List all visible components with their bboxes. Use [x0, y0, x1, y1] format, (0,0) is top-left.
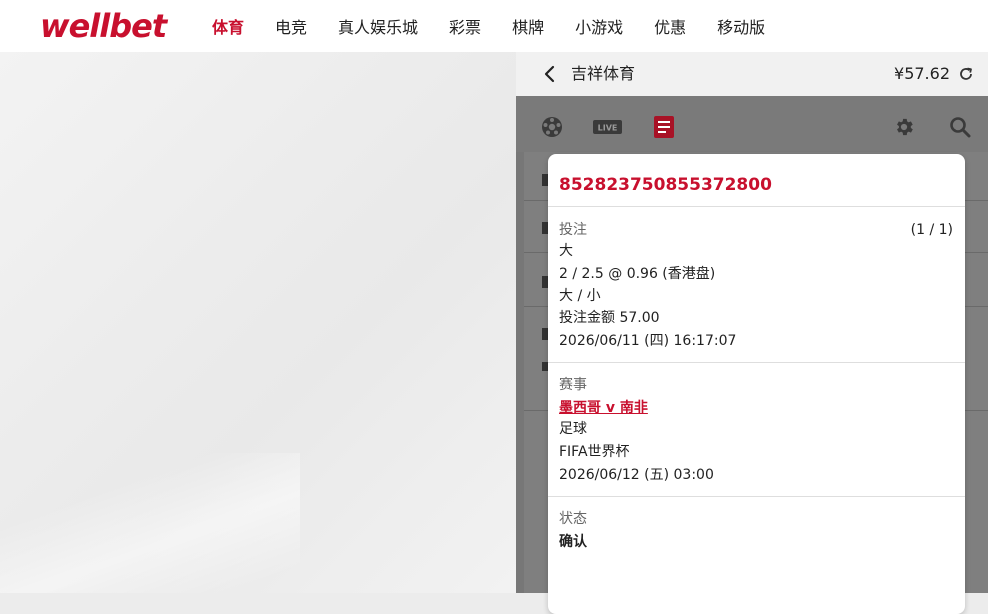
- live-icon[interactable]: LIVE: [593, 120, 622, 134]
- nav-item-sports[interactable]: 体育: [212, 14, 244, 38]
- nav-item-mobile[interactable]: 移动版: [717, 14, 765, 38]
- bet-slip-icon[interactable]: [654, 116, 674, 138]
- nav-item-live-casino[interactable]: 真人娱乐城: [338, 14, 418, 38]
- nav-item-esports[interactable]: 电竞: [275, 14, 307, 38]
- nav-item-lottery[interactable]: 彩票: [449, 14, 481, 38]
- sportsbook-toolbar: LIVE: [516, 96, 988, 152]
- live-icon-label: LIVE: [598, 124, 618, 133]
- nav-item-chess-cards[interactable]: 棋牌: [512, 14, 544, 38]
- divider: [548, 496, 965, 497]
- account-balance: ¥57.62: [894, 64, 950, 83]
- divider: [548, 362, 965, 363]
- settings-gear-icon[interactable]: [893, 116, 915, 138]
- bet-detail-card: 852823750855372800 投注 (1 / 1) 大 2 / 2.5 …: [548, 154, 965, 614]
- top-navigation-bar: wellbet 体育 电竞 真人娱乐城 彩票 棋牌 小游戏 优惠 移动版: [0, 0, 988, 52]
- panel-header: 吉祥体育 ¥57.62: [516, 52, 988, 96]
- bet-market: 大 / 小: [559, 288, 601, 304]
- chevron-left-icon[interactable]: [540, 64, 560, 84]
- page-background: [0, 52, 516, 593]
- event-competition: FIFA世界杯: [559, 444, 630, 460]
- refresh-icon[interactable]: [957, 65, 975, 83]
- bet-stake: 投注金额 57.00: [559, 310, 660, 326]
- divider: [548, 206, 965, 207]
- status-section-label: 状态: [559, 511, 587, 527]
- bet-odds-line: 2 / 2.5 @ 0.96 (香港盘): [559, 266, 716, 282]
- status-badge: 确认: [559, 534, 587, 550]
- event-kickoff-time: 2026/06/12 (五) 03:00: [559, 467, 714, 483]
- search-icon[interactable]: [949, 116, 971, 138]
- soccer-ball-icon[interactable]: [541, 116, 563, 138]
- wellbet-logo[interactable]: wellbet: [40, 8, 167, 44]
- match-line: 墨西哥 v 南非: [559, 399, 648, 417]
- main-nav: 体育 电竞 真人娱乐城 彩票 棋牌 小游戏 优惠 移动版: [212, 0, 796, 52]
- nav-item-mini-games[interactable]: 小游戏: [575, 14, 623, 38]
- event-sport: 足球: [559, 421, 587, 437]
- event-section-label: 赛事: [559, 377, 587, 393]
- bet-count: (1 / 1): [910, 222, 953, 238]
- match-link[interactable]: 墨西哥 v 南非: [559, 400, 648, 416]
- nav-item-promotions[interactable]: 优惠: [654, 14, 686, 38]
- bet-placed-time: 2026/06/11 (四) 16:17:07: [559, 333, 737, 349]
- bet-selection: 大: [559, 243, 573, 259]
- selection-section-label: 投注: [559, 222, 587, 238]
- bet-id: 852823750855372800: [559, 175, 772, 195]
- panel-title: 吉祥体育: [571, 64, 636, 83]
